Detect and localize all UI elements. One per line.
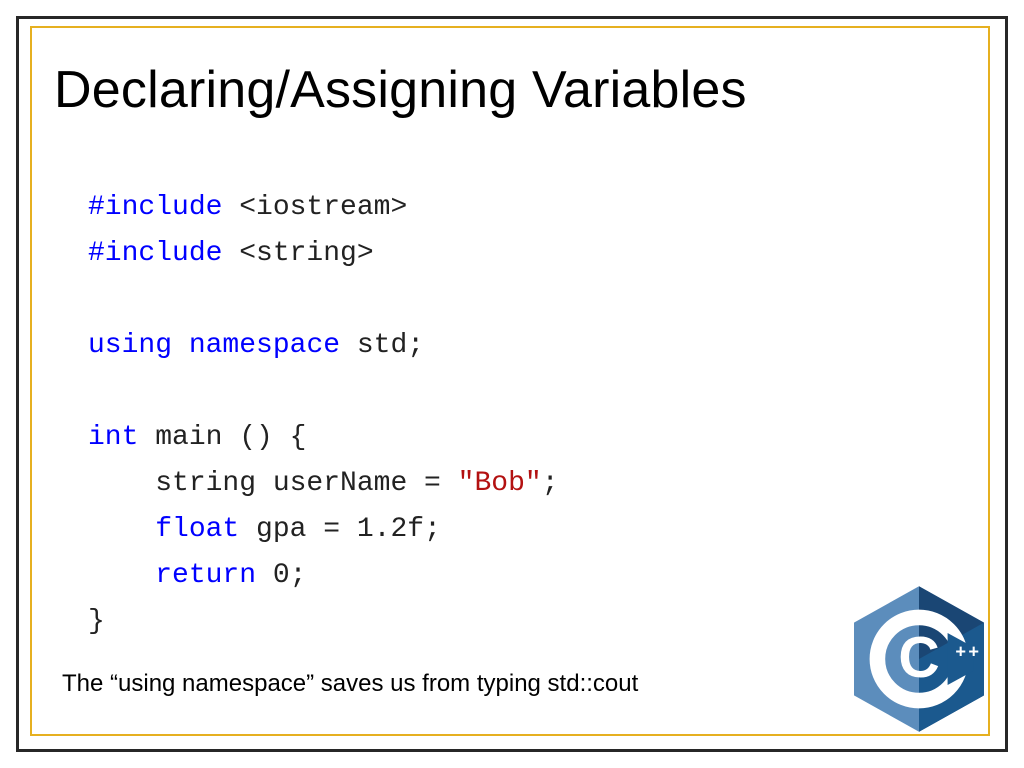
code-text: 0;: [256, 560, 306, 591]
slide-title: Declaring/Assigning Variables: [54, 60, 747, 120]
code-keyword: return: [155, 560, 256, 591]
code-text: <iostream>: [222, 192, 407, 223]
slide-caption: The “using namespace” saves us from typi…: [62, 670, 638, 698]
code-keyword: float: [155, 514, 239, 545]
code-keyword: #include: [88, 238, 222, 269]
code-text: <string>: [222, 238, 373, 269]
code-text: std;: [340, 330, 424, 361]
code-block: #include <iostream> #include <string> us…: [88, 185, 559, 645]
svg-text:+: +: [968, 642, 979, 662]
code-text: [88, 560, 155, 591]
code-string: "Bob": [458, 468, 542, 499]
code-text: [88, 514, 155, 545]
code-keyword: namespace: [189, 330, 340, 361]
svg-text:+: +: [955, 642, 966, 662]
code-keyword: int: [88, 422, 138, 453]
code-text: main () {: [138, 422, 306, 453]
code-keyword: using: [88, 330, 172, 361]
code-text: }: [88, 606, 105, 637]
code-keyword: #include: [88, 192, 222, 223]
cpp-logo-icon: C + +: [854, 586, 984, 732]
code-text: gpa = 1.2f;: [239, 514, 441, 545]
svg-text:C: C: [898, 626, 939, 690]
code-text: ;: [542, 468, 559, 499]
code-text: string userName =: [88, 468, 458, 499]
